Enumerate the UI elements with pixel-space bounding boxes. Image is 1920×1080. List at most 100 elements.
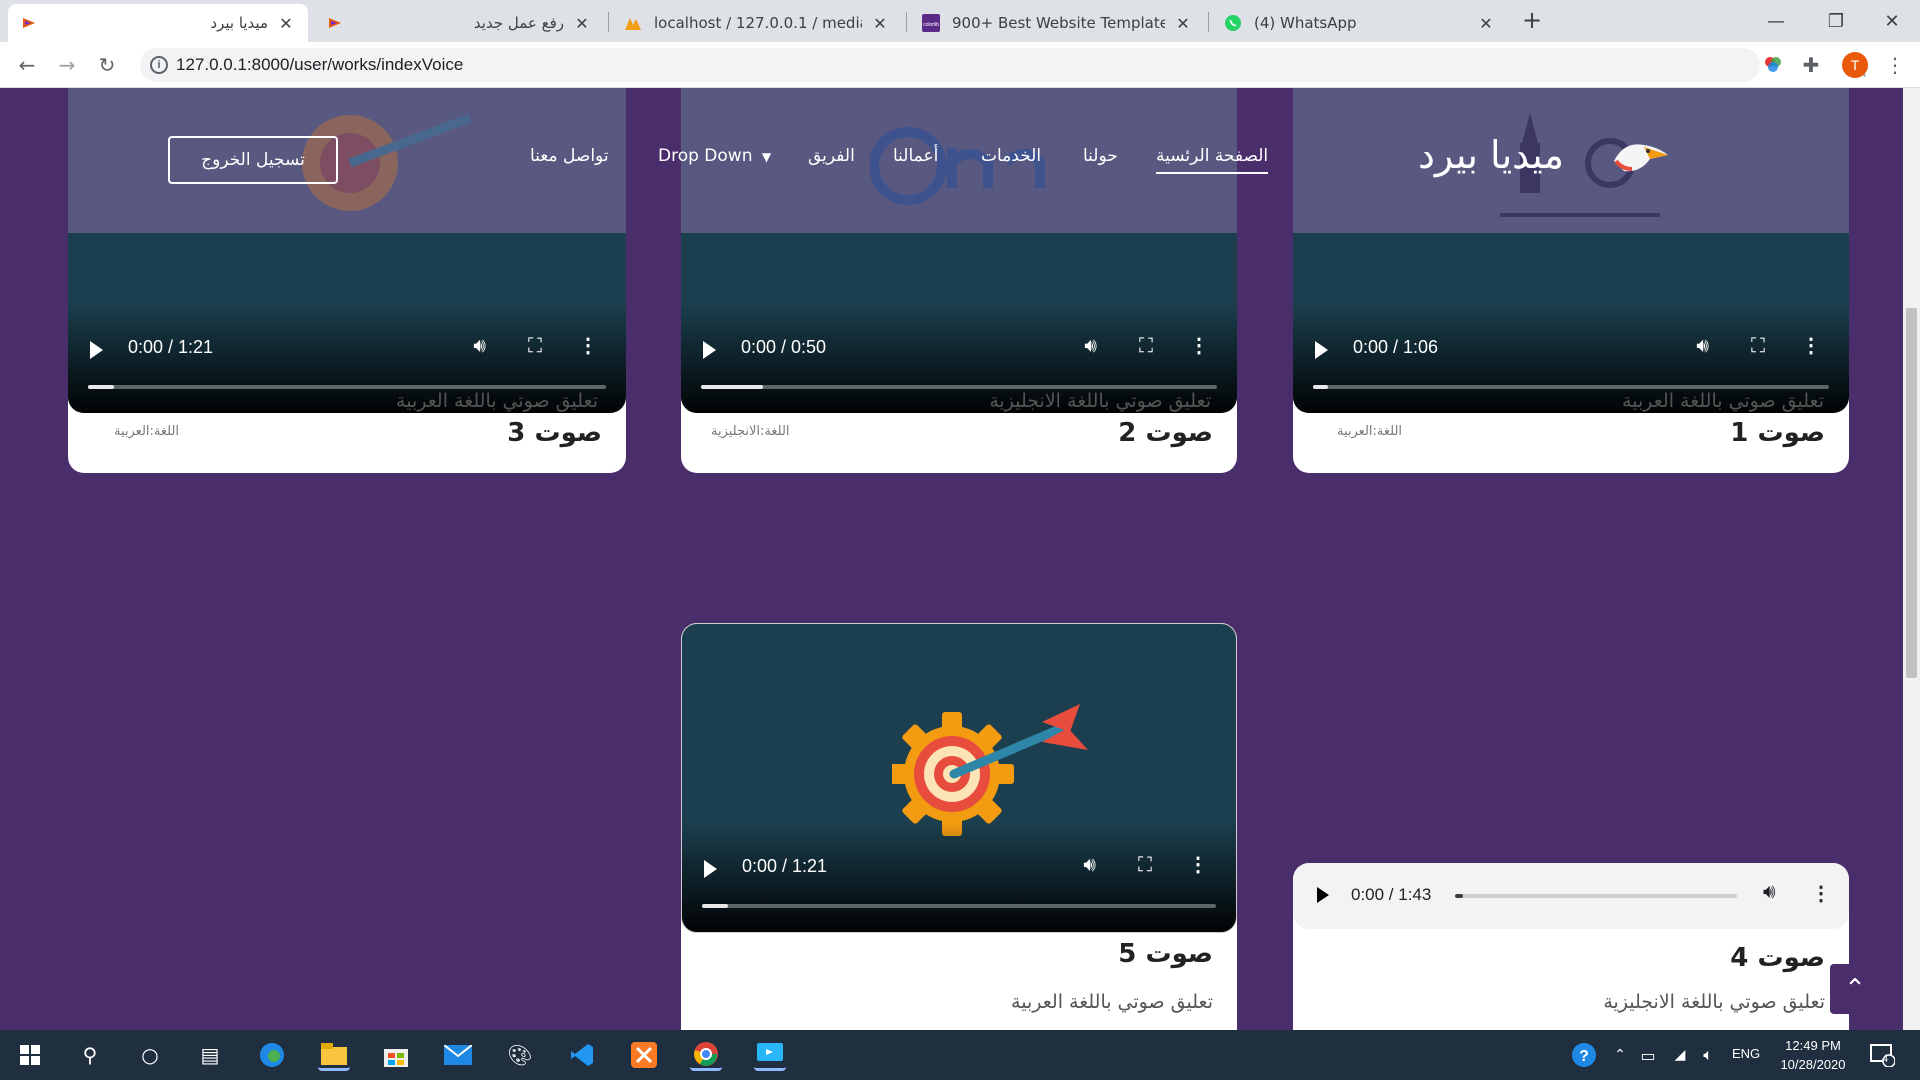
url-text: 127.0.0.1:8000/user/works/indexVoice [176, 55, 464, 74]
clock-date: 10/28/2020 [1780, 1057, 1846, 1072]
tab-whatsapp[interactable]: (4) WhatsApp ✕ [1212, 4, 1508, 42]
video-player[interactable]: 0:00 / 1:21 🔊︎ ⛶ ⋮ [681, 623, 1237, 933]
close-tab-icon[interactable]: ✕ [1476, 13, 1496, 33]
browser-menu-icon[interactable]: ⋮ [1880, 50, 1910, 80]
more-options-icon[interactable]: ⋮ [1801, 333, 1821, 358]
extensions-puzzle-icon[interactable]: ✚ [1796, 50, 1826, 80]
site-info-icon[interactable]: i [150, 56, 168, 74]
video-time: 0:00 / 1:21 [742, 856, 828, 876]
video-time: 0:00 / 1:21 [128, 337, 214, 357]
video-time: 0:00 / 0:50 [741, 337, 827, 357]
tab-title: (4) WhatsApp [1254, 14, 1357, 32]
seek-bar[interactable] [1455, 894, 1737, 898]
volume-icon[interactable]: 🔊︎ [1763, 881, 1776, 904]
brand-name[interactable]: ميديا بيرد [1418, 133, 1564, 177]
seek-bar[interactable] [88, 385, 606, 389]
minimize-window-icon[interactable]: — [1746, 0, 1806, 42]
volume-icon[interactable]: 🔊︎ [1696, 335, 1709, 358]
tab-title: ميديا بيرد [210, 14, 268, 32]
new-tab-icon[interactable]: + [1518, 6, 1546, 34]
tab-title: رفع عمل جديد [473, 14, 564, 32]
play-icon[interactable] [704, 860, 717, 878]
nav-about[interactable]: حولنا [1083, 146, 1118, 166]
file-explorer-icon[interactable] [318, 1039, 350, 1071]
close-tab-icon[interactable]: ✕ [1173, 13, 1193, 33]
color-extension-icon[interactable] [1758, 50, 1788, 80]
tab-website-templates[interactable]: colorlib 900+ Best Website Templates 20 … [910, 4, 1205, 42]
svg-text:?: ? [1579, 1048, 1589, 1065]
logout-button[interactable]: تسجيل الخروج [168, 136, 338, 184]
tab-title: 900+ Best Website Templates 20 [952, 14, 1165, 32]
play-icon[interactable] [703, 341, 716, 359]
play-icon[interactable] [90, 341, 103, 359]
address-bar[interactable]: i 127.0.0.1:8000/user/works/indexVoice ☆ [140, 48, 1870, 82]
reload-icon[interactable]: ↻ [92, 50, 122, 80]
back-icon[interactable]: ← [12, 50, 42, 80]
notifications-icon[interactable]: 4 [1866, 1039, 1898, 1071]
audio-player[interactable]: 0:00 / 1:43 🔊︎ ⋮ [1293, 863, 1849, 929]
tab-phpmyadmin[interactable]: localhost / 127.0.0.1 / mediabird ✕ [612, 4, 902, 42]
play-icon[interactable] [1317, 887, 1329, 903]
tab-upload-work[interactable]: رفع عمل جديد ✕ [314, 4, 604, 42]
windows-start-icon[interactable] [14, 1039, 46, 1071]
nav-team[interactable]: الفريق [808, 146, 855, 166]
volume-icon[interactable]: 🔊︎ [1083, 854, 1096, 877]
task-view-icon[interactable]: ▤ [194, 1039, 226, 1071]
whatsapp-icon [1224, 14, 1242, 32]
scrollbar-thumb[interactable] [1906, 308, 1917, 678]
play-icon[interactable] [1315, 341, 1328, 359]
edge-browser-icon[interactable] [256, 1039, 288, 1071]
close-tab-icon[interactable]: ✕ [870, 13, 890, 33]
volume-icon[interactable]: 🔊︎ [1084, 335, 1097, 358]
search-icon[interactable]: ⚲ [74, 1039, 106, 1071]
vscode-icon[interactable] [566, 1039, 598, 1071]
page-content: 0:00 / 1:21 🔊︎ ⛶ ⋮ صوت 3 0:00 / 0:50 🔊︎ … [0, 88, 1920, 1030]
video-controls: 0:00 / 1:21 🔊︎ ⛶ ⋮ [682, 842, 1236, 932]
input-language[interactable]: ENG [1732, 1046, 1760, 1061]
clock[interactable]: 12:49 PM 10/28/2020 [1768, 1036, 1858, 1074]
store-icon[interactable] [380, 1039, 412, 1071]
close-tab-icon[interactable]: ✕ [276, 13, 296, 33]
volume-icon[interactable]: 🔊︎ [473, 335, 486, 358]
forward-icon[interactable]: → [52, 50, 82, 80]
fullscreen-icon[interactable]: ⛶ [1138, 854, 1152, 877]
fullscreen-icon[interactable]: ⛶ [1751, 335, 1765, 358]
restore-window-icon[interactable]: ❐ [1806, 0, 1866, 42]
mail-icon[interactable] [442, 1039, 474, 1071]
battery-icon[interactable]: ▭ [1632, 1039, 1664, 1071]
more-options-icon[interactable]: ⋮ [1188, 852, 1208, 877]
more-options-icon[interactable]: ⋮ [1811, 881, 1831, 906]
profile-avatar[interactable]: T [1842, 52, 1868, 78]
card-description: تعليق صوتي باللغة العربية [396, 390, 598, 412]
more-options-icon[interactable]: ⋮ [1189, 333, 1209, 358]
chrome-icon[interactable] [690, 1039, 722, 1071]
nav-dropdown[interactable]: Drop Down ▼ [658, 146, 771, 166]
bird-logo-icon[interactable] [1610, 133, 1670, 181]
scroll-to-top-button[interactable]: ⌃ [1830, 964, 1880, 1014]
close-tab-icon[interactable]: ✕ [572, 13, 592, 33]
card-title: صوت 3 [507, 418, 602, 448]
fullscreen-icon[interactable]: ⛶ [528, 335, 542, 358]
paint-icon[interactable]: 🎨︎ [504, 1039, 536, 1071]
remote-desktop-icon[interactable] [754, 1039, 786, 1071]
nav-home[interactable]: الصفحة الرئسية [1156, 146, 1269, 174]
xampp-icon[interactable] [628, 1039, 660, 1071]
close-window-icon[interactable]: ✕ [1862, 0, 1920, 42]
speaker-icon[interactable]: 🔈︎ [1692, 1039, 1724, 1071]
fullscreen-icon[interactable]: ⛶ [1139, 335, 1153, 358]
card-description: تعليق صوتي باللغة الانجليزية [1603, 991, 1825, 1013]
more-options-icon[interactable]: ⋮ [578, 333, 598, 358]
card-description: تعليق صوتي باللغة الانجليزية [989, 390, 1211, 412]
page-scrollbar[interactable] [1903, 88, 1920, 1030]
tab-mediabird[interactable]: ميديا بيرد ✕ [8, 4, 308, 42]
nav-works[interactable]: أعمالنا [893, 146, 938, 166]
seek-bar[interactable] [701, 385, 1217, 389]
seek-bar[interactable] [1313, 385, 1829, 389]
card-description: تعليق صوتي باللغة العربية [1011, 991, 1213, 1013]
cortana-icon[interactable]: ○ [134, 1039, 166, 1071]
seek-bar[interactable] [702, 904, 1216, 908]
nav-services[interactable]: الخدمات [981, 146, 1041, 166]
tab-separator [608, 12, 609, 32]
help-icon[interactable]: ? [1568, 1039, 1600, 1071]
nav-contact[interactable]: تواصل معنا [530, 146, 609, 166]
